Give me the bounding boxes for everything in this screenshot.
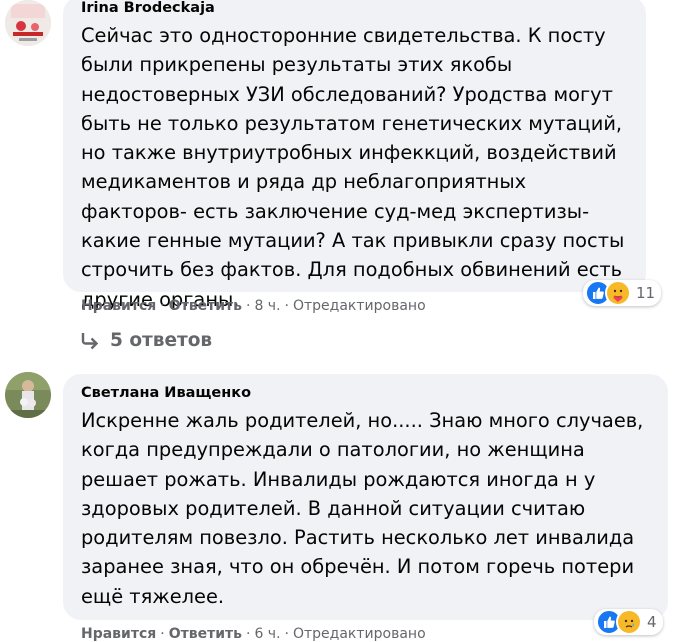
avatar-svetlana[interactable] [5, 372, 51, 418]
comment-author[interactable]: Светлана Иващенко [81, 383, 650, 403]
comment-bubble: Irina Brodeckaja Сейчас это односторонни… [63, 0, 646, 311]
comment-text: Сейчас это односторонние свидетельства. … [81, 24, 625, 311]
reaction-count: 4 [647, 613, 657, 631]
reply-button[interactable]: Ответить [169, 626, 242, 642]
reaction-summary[interactable]: 11 [583, 280, 662, 306]
replies-count-label[interactable]: 5 ответов [110, 330, 212, 351]
reaction-summary[interactable]: 4 [594, 609, 663, 635]
comment-actions: Нравится · Ответить · 6 ч. · Отредактировано [81, 626, 426, 642]
timestamp[interactable]: 6 ч. [254, 626, 280, 642]
timestamp[interactable]: 8 ч. [254, 298, 280, 314]
like-button[interactable]: Нравится [81, 626, 156, 642]
edited-label: Отредактировано [292, 626, 426, 642]
comment-author[interactable]: Irina Brodeckaja [81, 0, 628, 18]
reply-button[interactable]: Ответить [169, 298, 242, 314]
avatar-irina[interactable] [5, 0, 51, 46]
comment-bubble: Светлана Иващенко Искренне жаль родителе… [63, 374, 668, 620]
edited-label: Отредактировано [292, 298, 426, 314]
care-icon [605, 280, 631, 306]
like-button[interactable]: Нравится [81, 298, 156, 314]
reply-arrow-icon [80, 332, 100, 350]
reaction-count: 11 [636, 284, 656, 302]
comment-actions: Нравится · Ответить · 8 ч. · Отредактировано [81, 298, 426, 314]
sad-icon [616, 609, 642, 635]
view-replies-link[interactable]: 5 ответов [80, 330, 212, 351]
comment-text: Искренне жаль родителей, но..... Знаю мн… [81, 409, 644, 608]
